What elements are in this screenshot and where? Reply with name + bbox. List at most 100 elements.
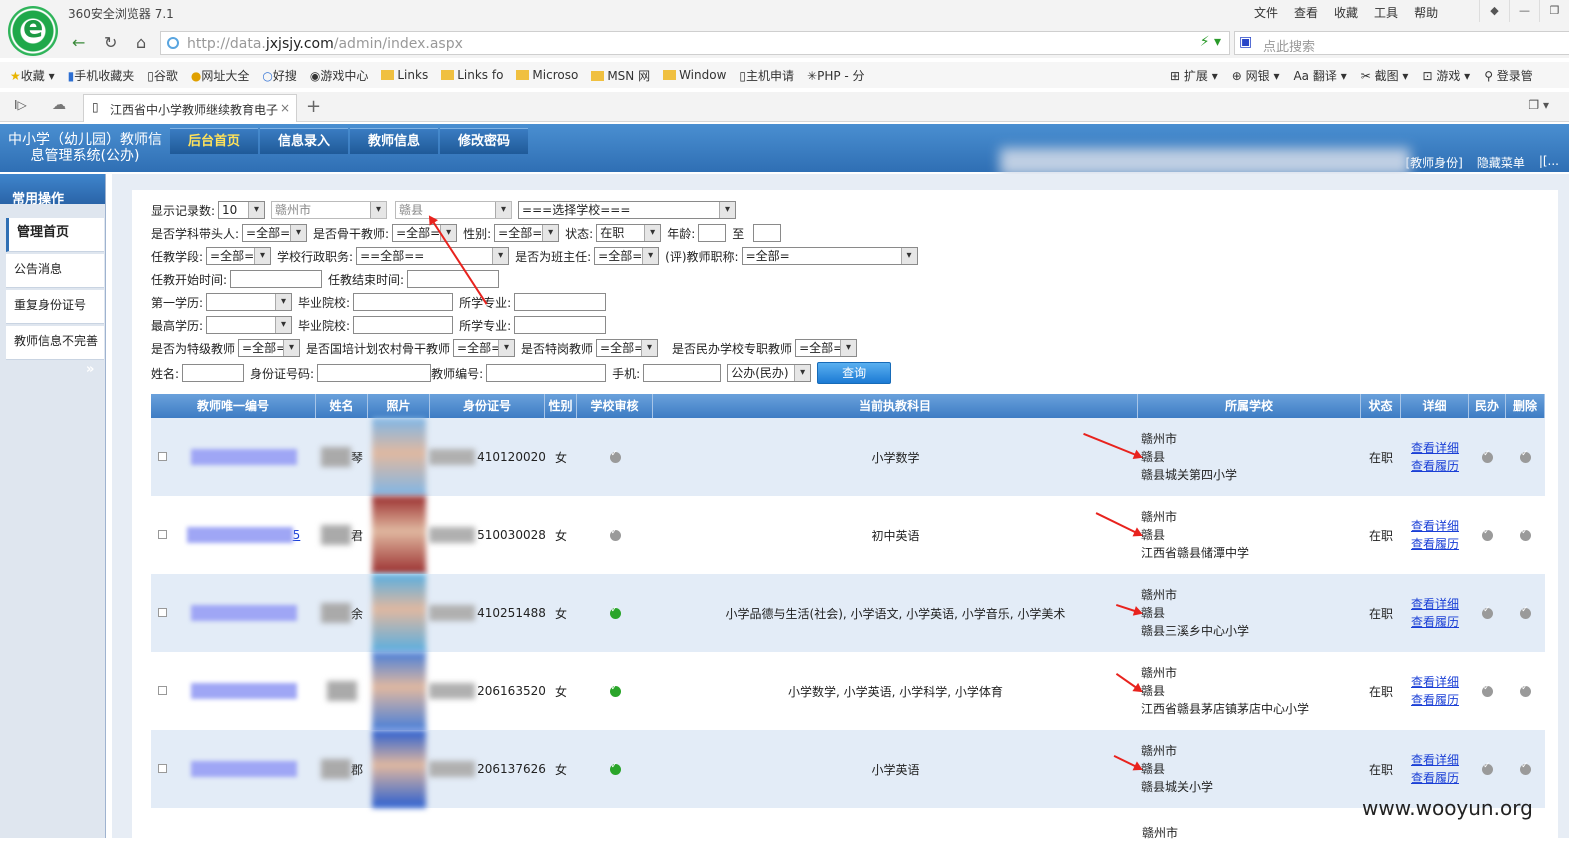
- phone-input[interactable]: [643, 364, 722, 382]
- bookmark-hao[interactable]: ●网址大全: [191, 67, 250, 84]
- bookmark-games[interactable]: ◉游戏中心: [310, 67, 369, 84]
- stage-select[interactable]: =全部=: [206, 247, 272, 265]
- teacher-id-link[interactable]: [190, 683, 297, 699]
- head-teacher-select[interactable]: =全部=: [594, 247, 660, 265]
- delete-icon[interactable]: [1520, 761, 1531, 775]
- tab-list-icon[interactable]: ❐ ▾: [1528, 98, 1549, 112]
- age-from-input[interactable]: [698, 224, 727, 242]
- nav-home[interactable]: 后台首页: [170, 128, 259, 154]
- menu-tools[interactable]: 工具: [1374, 4, 1398, 21]
- ext-bank[interactable]: ⊕ 网银 ▾: [1232, 67, 1280, 84]
- new-tab-button[interactable]: +: [306, 96, 321, 117]
- view-history-link[interactable]: 查看履历: [1411, 613, 1459, 631]
- teacher-no-input[interactable]: [486, 364, 607, 382]
- private-toggle-icon[interactable]: [1482, 605, 1493, 619]
- search-engine-icon[interactable]: ▣: [1239, 34, 1252, 50]
- menu-view[interactable]: 查看: [1294, 4, 1318, 21]
- sidebar-item-incomplete[interactable]: 教师信息不完善: [6, 326, 104, 360]
- teacher-id-link[interactable]: [190, 761, 297, 777]
- ext-screenshot[interactable]: ✂ 截图 ▾: [1361, 67, 1409, 84]
- sidebar-item-duplicate-id[interactable]: 重复身份证号: [6, 290, 104, 324]
- first-degree-select[interactable]: [206, 293, 293, 311]
- tab-current[interactable]: ▯ 江西省中小学教师继续教育电子 ×: [83, 94, 297, 122]
- row-checkbox[interactable]: [158, 530, 167, 539]
- private-toggle-icon[interactable]: [1482, 449, 1493, 463]
- private-toggle-icon[interactable]: [1482, 527, 1493, 541]
- col-teacher-id[interactable]: 教师唯一编号: [151, 394, 316, 418]
- national-training-select[interactable]: =全部=: [453, 339, 516, 357]
- menu-favorites[interactable]: 收藏: [1334, 4, 1358, 21]
- teacher-id-suffix[interactable]: 5: [293, 528, 301, 542]
- row-checkbox[interactable]: [158, 764, 167, 773]
- backbone-select[interactable]: =全部=: [392, 224, 458, 242]
- school-type-select[interactable]: 公办(民办): [727, 364, 812, 382]
- col-idcard[interactable]: 身份证号: [430, 394, 545, 418]
- url-input[interactable]: http://data.jxjsjy.com/admin/index.aspx …: [160, 31, 1230, 55]
- bookmark-haosou[interactable]: ○好搜: [262, 67, 297, 84]
- col-name[interactable]: 姓名: [316, 394, 368, 418]
- start-date-input[interactable]: [230, 270, 323, 288]
- delete-icon[interactable]: [1520, 683, 1531, 697]
- sidebar-item-home[interactable]: 管理首页: [6, 218, 104, 252]
- bookmark-windows[interactable]: Window: [663, 68, 726, 82]
- bookmark-msn[interactable]: MSN 网: [591, 67, 650, 84]
- search-input[interactable]: ▣ 点此搜索: [1234, 31, 1569, 55]
- name-input[interactable]: [182, 364, 245, 382]
- sidebar-item-notices[interactable]: 公告消息: [6, 254, 104, 288]
- record-count-select[interactable]: 10: [218, 201, 266, 219]
- county-select[interactable]: 赣县: [395, 201, 513, 219]
- refresh-icon[interactable]: ↻: [104, 33, 117, 52]
- col-subject[interactable]: 当前执教科目: [653, 394, 1138, 418]
- row-checkbox[interactable]: [158, 686, 167, 695]
- col-audit[interactable]: 学校审核: [577, 394, 653, 418]
- ext-games[interactable]: ⊡ 游戏 ▾: [1422, 67, 1470, 84]
- view-detail-link[interactable]: 查看详细: [1411, 517, 1459, 535]
- status-select[interactable]: 在职: [596, 224, 662, 242]
- menu-file[interactable]: 文件: [1254, 4, 1278, 21]
- minimize-button[interactable]: —: [1509, 0, 1539, 22]
- idcard-input[interactable]: [317, 364, 432, 382]
- gender-select[interactable]: =全部=: [494, 224, 560, 242]
- delete-icon[interactable]: [1520, 527, 1531, 541]
- nav-teachers[interactable]: 教师信息: [350, 128, 439, 154]
- close-icon[interactable]: ×: [280, 101, 290, 115]
- cloud-icon[interactable]: ☁: [52, 97, 66, 113]
- private-teacher-select[interactable]: =全部=: [795, 339, 858, 357]
- highest-degree-select[interactable]: [206, 316, 293, 334]
- home-icon[interactable]: ⌂: [136, 33, 146, 52]
- query-button[interactable]: 查询: [817, 362, 892, 384]
- special-post-select[interactable]: =全部=: [596, 339, 659, 357]
- bookmark-links-fo[interactable]: Links fo: [441, 68, 503, 82]
- bookmark-favorites[interactable]: ★收藏 ▾: [10, 67, 55, 84]
- menu-help[interactable]: 帮助: [1414, 4, 1438, 21]
- title-select[interactable]: =全部=: [741, 247, 918, 265]
- sidebar-toggle-icon[interactable]: I▷: [14, 98, 27, 112]
- ext-login[interactable]: ⚲ 登录管: [1484, 67, 1533, 84]
- highest-school-input[interactable]: [353, 316, 454, 334]
- city-select[interactable]: 赣州市: [271, 201, 388, 219]
- row-checkbox[interactable]: [158, 608, 167, 617]
- first-school-input[interactable]: [353, 293, 454, 311]
- view-history-link[interactable]: 查看履历: [1411, 769, 1459, 787]
- more-link[interactable]: |[...: [1539, 154, 1559, 171]
- leader-select[interactable]: =全部=: [242, 224, 308, 242]
- view-detail-link[interactable]: 查看详细: [1411, 439, 1459, 457]
- view-history-link[interactable]: 查看履历: [1411, 535, 1459, 553]
- school-select[interactable]: ===选择学校===: [518, 201, 737, 219]
- view-history-link[interactable]: 查看履历: [1411, 691, 1459, 709]
- bookmark-links[interactable]: Links: [381, 68, 428, 82]
- col-school[interactable]: 所属学校: [1138, 394, 1361, 418]
- ext-extensions[interactable]: ⊞ 扩展 ▾: [1170, 67, 1218, 84]
- view-history-link[interactable]: 查看履历: [1411, 457, 1459, 475]
- first-major-input[interactable]: [514, 293, 607, 311]
- nav-password[interactable]: 修改密码: [440, 128, 529, 154]
- private-toggle-icon[interactable]: [1482, 761, 1493, 775]
- back-icon[interactable]: ←: [72, 33, 85, 52]
- private-toggle-icon[interactable]: [1482, 683, 1493, 697]
- delete-icon[interactable]: [1520, 605, 1531, 619]
- teacher-identity-link[interactable]: [教师身份]: [1405, 154, 1462, 171]
- age-to-input[interactable]: [753, 224, 782, 242]
- bookmark-mobile[interactable]: ▮手机收藏夹: [68, 67, 135, 84]
- lightning-icon[interactable]: ⚡ ▾: [1200, 34, 1221, 50]
- bookmark-google[interactable]: ▯谷歌: [147, 67, 178, 84]
